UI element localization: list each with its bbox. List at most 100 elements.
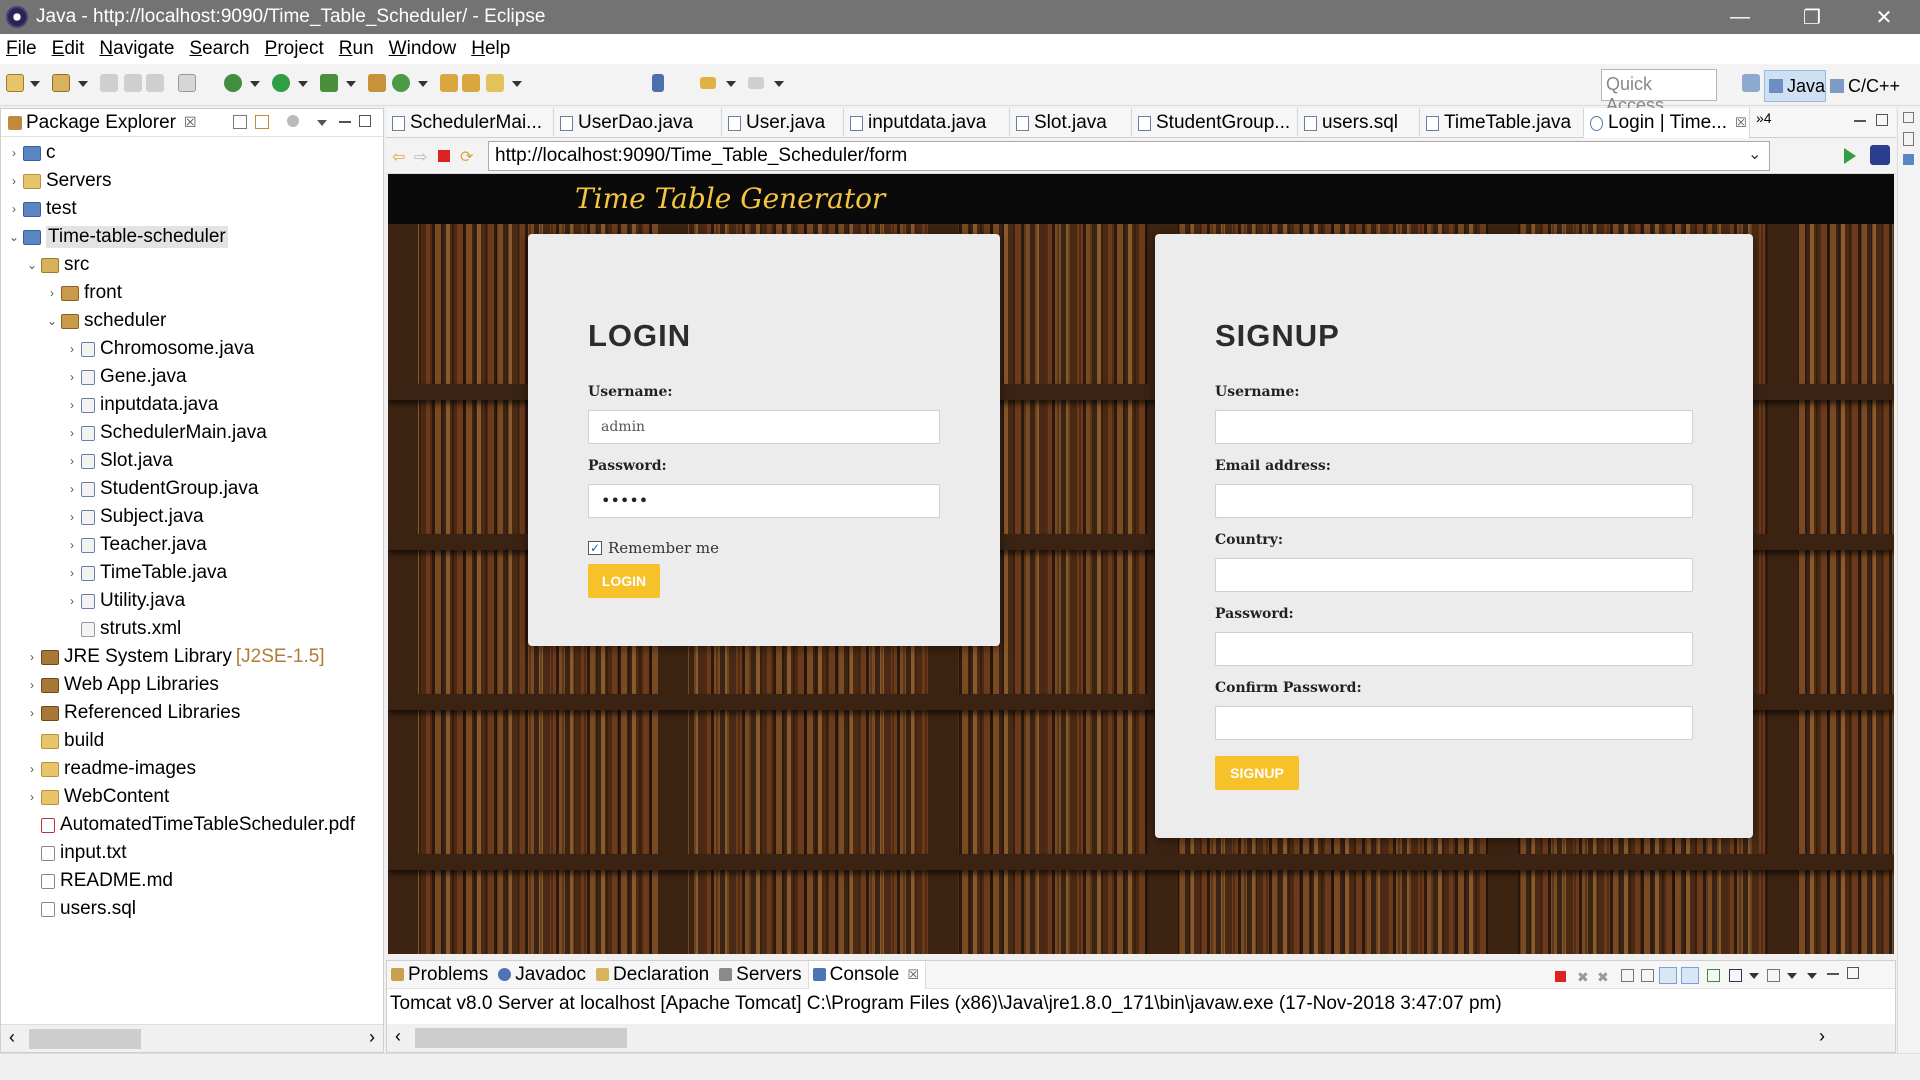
maximize-editor-icon[interactable] <box>1876 114 1888 126</box>
back-arrow-icon[interactable]: ⇦ <box>392 147 405 167</box>
close-tab-icon[interactable]: ☒ <box>184 114 197 131</box>
maximize-console-icon[interactable] <box>1847 967 1859 979</box>
tree-item[interactable]: › readme-images <box>1 755 383 783</box>
run-dropdown-icon[interactable] <box>298 81 308 87</box>
signup-confirm-password-input[interactable] <box>1215 706 1693 740</box>
expand-arrow-icon[interactable]: › <box>25 706 39 720</box>
display-console-icon[interactable] <box>1729 969 1742 982</box>
tab-javadoc[interactable]: Javadoc <box>494 961 592 989</box>
new-package-icon[interactable] <box>368 74 386 92</box>
minimize-button[interactable]: — <box>1704 0 1776 34</box>
tree-item[interactable]: ⌄ scheduler <box>1 307 383 335</box>
url-input[interactable]: http://localhost:9090/Time_Table_Schedul… <box>488 141 1770 171</box>
open-task-icon[interactable] <box>440 74 458 92</box>
expand-arrow-icon[interactable]: › <box>25 678 39 692</box>
login-password-input[interactable]: ••••• <box>588 484 940 518</box>
signup-password-input[interactable] <box>1215 632 1693 666</box>
tree-item[interactable]: › Gene.java <box>1 363 383 391</box>
tree-item[interactable]: › Referenced Libraries <box>1 699 383 727</box>
minimize-view-icon[interactable] <box>339 121 351 123</box>
stop-icon[interactable] <box>438 150 450 162</box>
tree-item[interactable]: › Teacher.java <box>1 531 383 559</box>
refresh-icon[interactable]: ⟳ <box>460 147 473 167</box>
tree-item[interactable]: users.sql <box>1 895 383 923</box>
view-menu-icon[interactable] <box>1807 973 1817 979</box>
new-dropdown-icon[interactable] <box>30 81 40 87</box>
scrollbar-thumb[interactable] <box>415 1028 627 1048</box>
tree-item[interactable]: › WebContent <box>1 783 383 811</box>
minimize-editor-icon[interactable] <box>1854 120 1866 122</box>
tab-servers[interactable]: Servers <box>715 961 807 989</box>
link-editor-icon[interactable] <box>255 115 269 129</box>
coverage-icon[interactable] <box>320 74 338 92</box>
login-username-input[interactable]: admin <box>588 410 940 444</box>
tree-item[interactable]: › Web App Libraries <box>1 671 383 699</box>
new-icon[interactable] <box>6 74 24 92</box>
expand-arrow-icon[interactable]: › <box>45 286 59 300</box>
forward-icon[interactable] <box>748 77 764 89</box>
tree-item[interactable]: › Utility.java <box>1 587 383 615</box>
tab-declaration[interactable]: Declaration <box>592 961 715 989</box>
close-tab-icon[interactable]: ☒ <box>1735 115 1747 131</box>
terminal-icon[interactable] <box>178 74 196 92</box>
tree-item[interactable]: › front <box>1 279 383 307</box>
forward-dropdown-icon[interactable] <box>774 81 784 87</box>
menu-navigate[interactable]: Navigate <box>99 38 174 60</box>
open-type-icon[interactable] <box>52 74 70 92</box>
collapse-arrow-icon[interactable]: ⌄ <box>45 314 59 328</box>
annotation-icon[interactable] <box>486 74 504 92</box>
annotation-dropdown-icon[interactable] <box>512 81 522 87</box>
view-menu-icon[interactable] <box>317 120 327 126</box>
tab-schedulermain[interactable]: SchedulerMai... <box>386 108 554 138</box>
remove-all-icon[interactable]: ✖ <box>1597 969 1609 986</box>
tab-users-sql[interactable]: users.sql <box>1298 108 1420 138</box>
quick-access-input[interactable]: Quick Access <box>1601 69 1717 115</box>
forward-arrow-icon[interactable]: ⇨ <box>414 147 427 167</box>
back-dropdown-icon[interactable] <box>726 81 736 87</box>
new-class-dropdown-icon[interactable] <box>418 81 428 87</box>
expand-arrow-icon[interactable]: › <box>65 510 79 524</box>
tab-console[interactable]: Console ☒ <box>807 960 926 989</box>
tree-item[interactable]: › inputdata.java <box>1 391 383 419</box>
expand-arrow-icon[interactable]: › <box>7 202 21 216</box>
tree-item[interactable]: › TimeTable.java <box>1 559 383 587</box>
perspective-java-button[interactable]: Java <box>1764 70 1826 102</box>
restore-icon[interactable] <box>1903 112 1914 123</box>
console-horizontal-scrollbar[interactable]: ‹ › <box>387 1024 1895 1052</box>
filter-icon[interactable] <box>287 115 299 127</box>
open-console-dropdown-icon[interactable] <box>1787 973 1797 979</box>
scrollbar-thumb[interactable] <box>29 1029 141 1049</box>
coverage-dropdown-icon[interactable] <box>346 81 356 87</box>
remember-me-checkbox[interactable]: ✓ <box>588 541 602 555</box>
close-tab-icon[interactable]: ☒ <box>907 967 919 983</box>
remove-launch-icon[interactable]: ✖ <box>1577 969 1589 986</box>
expand-arrow-icon[interactable]: › <box>25 650 39 664</box>
expand-arrow-icon[interactable]: › <box>65 454 79 468</box>
scroll-right-icon[interactable]: › <box>369 1027 375 1048</box>
signup-username-input[interactable] <box>1215 410 1693 444</box>
debug-icon[interactable] <box>224 74 242 92</box>
scroll-lock-icon[interactable] <box>1641 969 1654 982</box>
print-icon[interactable] <box>146 74 164 92</box>
menu-help[interactable]: Help <box>471 38 510 60</box>
folder-open-icon[interactable] <box>462 74 480 92</box>
tab-slot[interactable]: Slot.java <box>1010 108 1132 138</box>
tree-item[interactable]: › JRE System Library [J2SE-1.5] <box>1 643 383 671</box>
open-console-icon[interactable] <box>1767 969 1780 982</box>
open-perspective-icon[interactable] <box>1742 74 1760 92</box>
menu-edit[interactable]: Edit <box>52 38 85 60</box>
menu-search[interactable]: Search <box>189 38 249 60</box>
tree-item[interactable]: ⌄ src <box>1 251 383 279</box>
scroll-right-icon[interactable]: › <box>1819 1026 1825 1047</box>
restore-button[interactable]: ❐ <box>1776 0 1848 34</box>
expand-arrow-icon[interactable]: › <box>65 398 79 412</box>
tree-item[interactable]: › c <box>1 139 383 167</box>
tree-item[interactable]: › Slot.java <box>1 447 383 475</box>
login-button[interactable]: LOGIN <box>588 564 660 598</box>
tab-login-browser[interactable]: Login | Time... ☒ <box>1584 108 1750 138</box>
tree-item[interactable]: README.md <box>1 867 383 895</box>
expand-arrow-icon[interactable]: › <box>65 594 79 608</box>
tree-item[interactable]: › Subject.java <box>1 503 383 531</box>
show-on-error-icon[interactable] <box>1681 967 1699 984</box>
tab-userdao[interactable]: UserDao.java <box>554 108 722 138</box>
